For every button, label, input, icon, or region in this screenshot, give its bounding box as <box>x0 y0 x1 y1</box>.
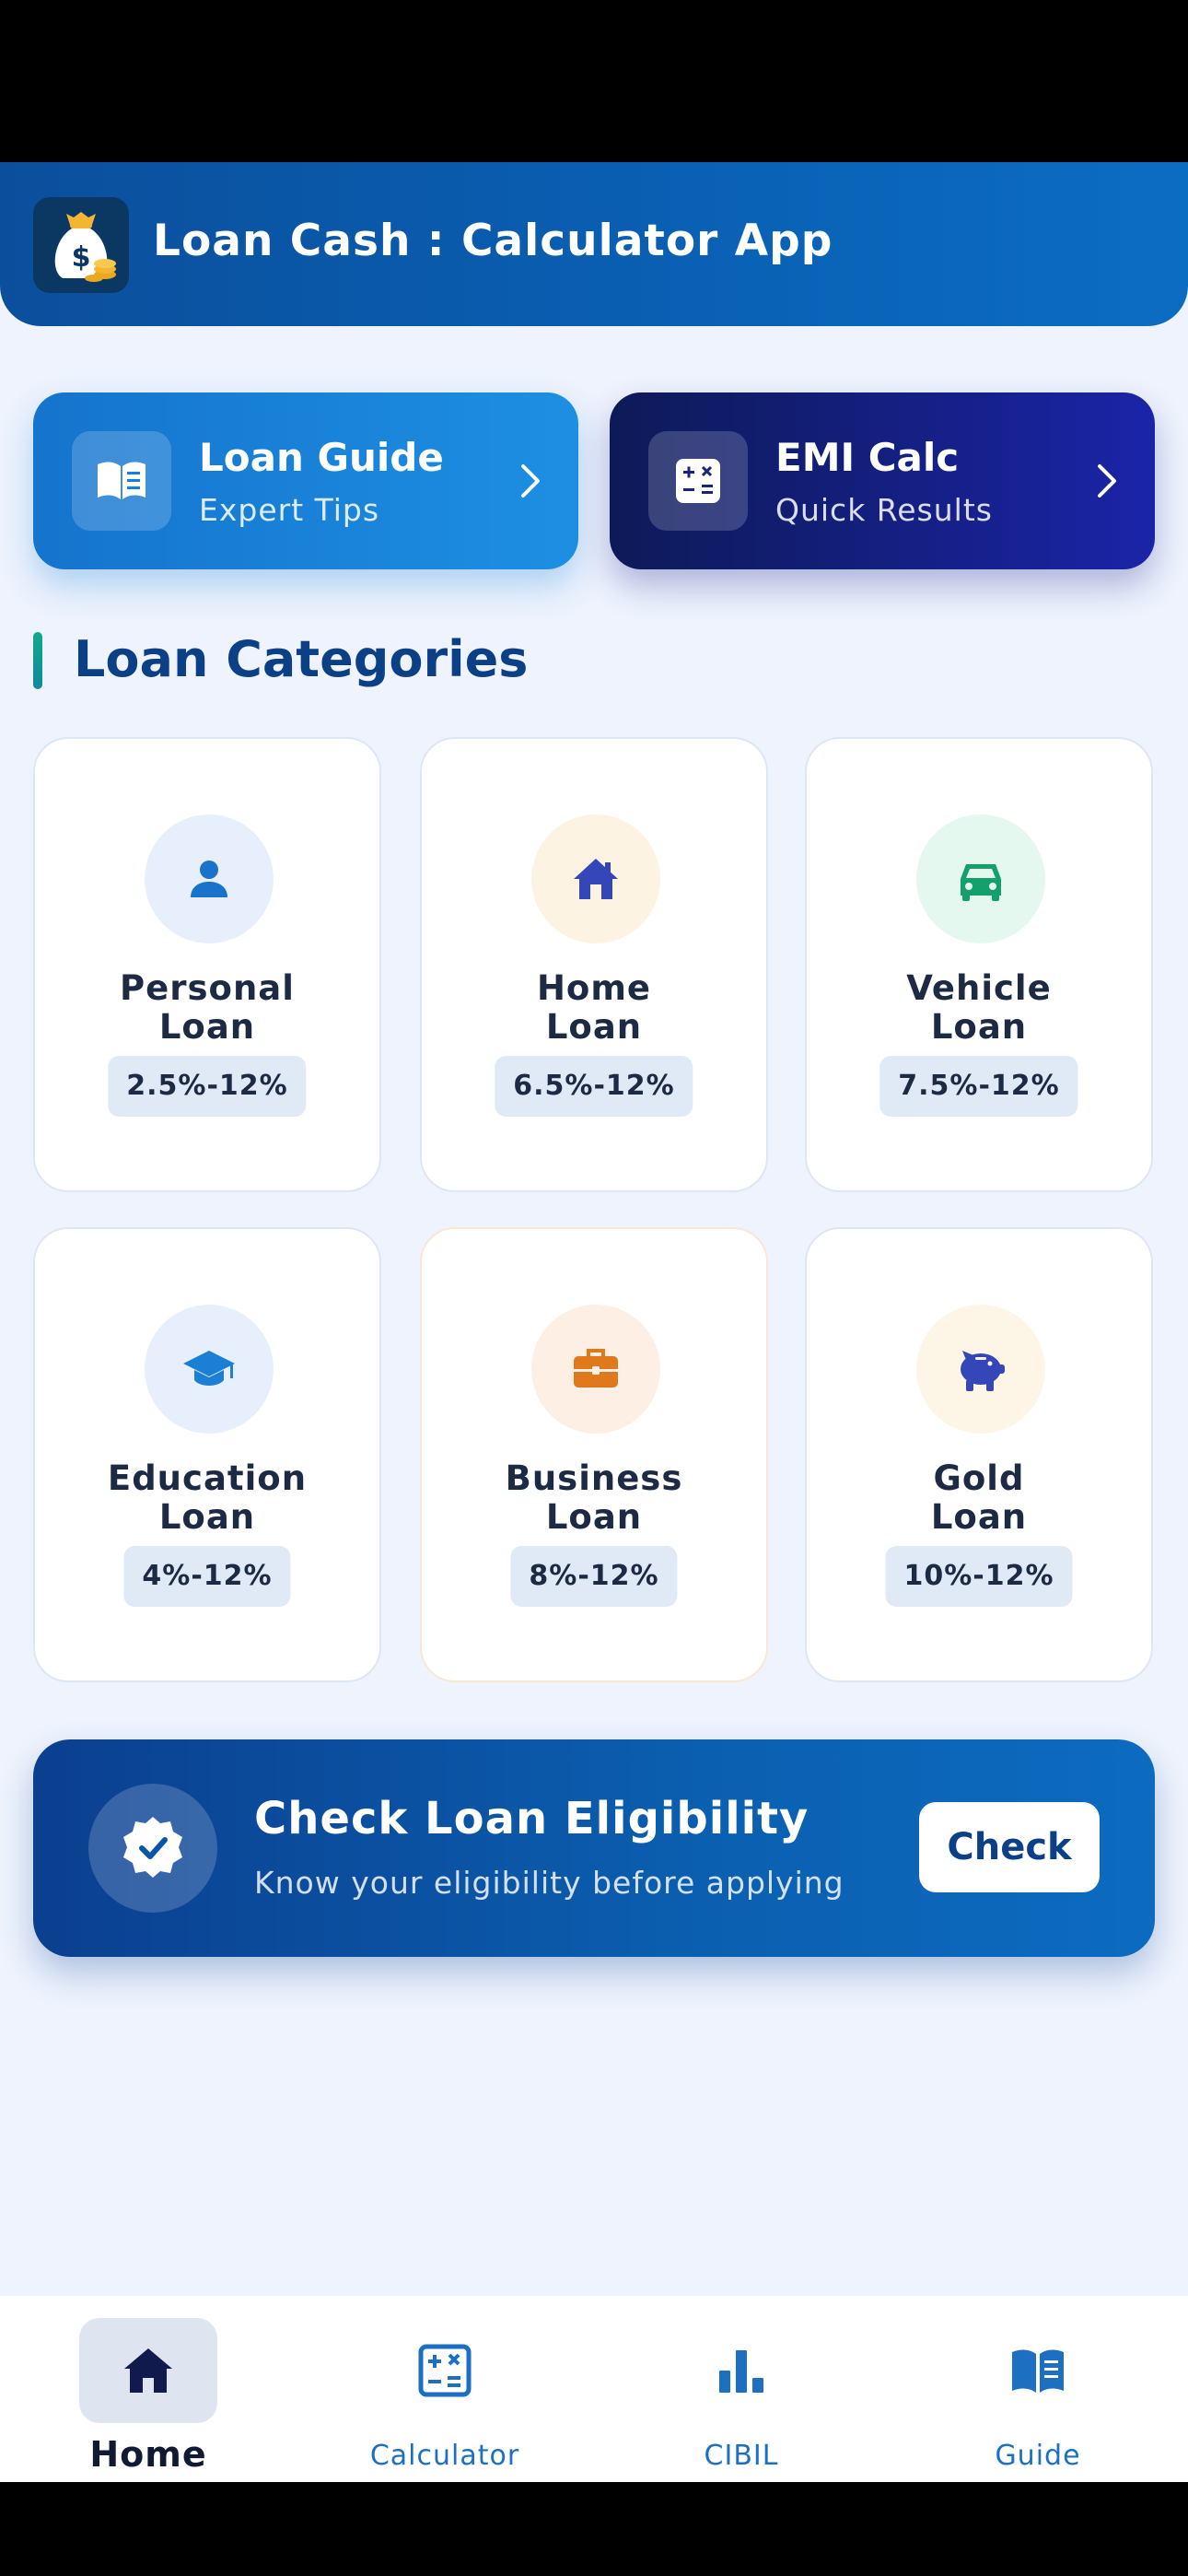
category-name: Gold <box>933 1458 1025 1498</box>
house-icon <box>531 814 660 943</box>
bar-chart-icon <box>672 2318 810 2423</box>
nav-label: CIBIL <box>704 2440 779 2472</box>
emi-calc-card[interactable]: EMI Calc Quick Results <box>610 392 1155 569</box>
briefcase-icon <box>531 1305 660 1434</box>
interest-rate-badge: 7.5%-12% <box>879 1056 1078 1117</box>
nav-label: Home <box>89 2434 207 2475</box>
interest-rate-badge: 8%-12% <box>510 1546 678 1607</box>
category-card-home[interactable]: Home Loan 6.5%-12% <box>420 737 768 1192</box>
interest-rate-badge: 2.5%-12% <box>108 1056 307 1117</box>
category-card-education[interactable]: Education Loan 4%-12% <box>33 1227 381 1682</box>
interest-rate-badge: 6.5%-12% <box>495 1056 693 1117</box>
book-icon <box>969 2318 1107 2423</box>
chevron-right-icon <box>1096 463 1118 503</box>
book-icon <box>72 431 171 531</box>
category-card-business[interactable]: Business Loan 8%-12% <box>420 1227 768 1682</box>
category-name: Personal <box>120 968 295 1008</box>
home-icon <box>79 2318 217 2423</box>
graduation-cap-icon <box>145 1305 274 1434</box>
piggy-bank-icon <box>916 1305 1045 1434</box>
interest-rate-badge: 4%-12% <box>123 1546 291 1607</box>
nav-tab-guide[interactable]: Guide <box>890 2296 1186 2482</box>
category-card-gold[interactable]: Gold Loan 10%-12% <box>805 1227 1153 1682</box>
emi-calc-title: EMI Calc <box>775 435 960 480</box>
loan-guide-card[interactable]: Loan Guide Expert Tips <box>33 392 578 569</box>
verified-badge-icon <box>88 1784 217 1913</box>
chevron-right-icon <box>519 463 542 503</box>
category-name-suffix: Loan <box>545 1007 643 1047</box>
svg-text:$: $ <box>72 241 91 274</box>
bottom-navigation: Home Calculator CIBIL Guide <box>0 2296 1188 2482</box>
section-accent-bar <box>33 632 42 689</box>
money-bag-icon: $ <box>33 197 129 293</box>
person-icon <box>145 814 274 943</box>
category-name-suffix: Loan <box>545 1497 643 1537</box>
category-card-personal[interactable]: Personal Loan 2.5%-12% <box>33 737 381 1192</box>
calculator-icon <box>648 431 748 531</box>
eligibility-banner: Check Loan Eligibility Know your eligibi… <box>33 1739 1155 1957</box>
app-header: $ Loan Cash : Calculator App <box>0 162 1188 326</box>
nav-tab-calculator[interactable]: Calculator <box>297 2296 593 2482</box>
emi-calc-subtitle: Quick Results <box>775 492 993 528</box>
section-title: Loan Categories <box>74 630 529 688</box>
category-name: Education <box>107 1458 308 1498</box>
category-name: Vehicle <box>906 968 1052 1008</box>
category-name-suffix: Loan <box>158 1497 256 1537</box>
app-screen: $ Loan Cash : Calculator App Loan Guide … <box>0 162 1188 2482</box>
check-eligibility-button[interactable]: Check <box>919 1802 1100 1892</box>
loan-guide-subtitle: Expert Tips <box>199 492 380 528</box>
category-card-vehicle[interactable]: Vehicle Loan 7.5%-12% <box>805 737 1153 1192</box>
interest-rate-badge: 10%-12% <box>885 1546 1073 1607</box>
app-title: Loan Cash : Calculator App <box>153 216 833 266</box>
calculator-icon <box>376 2318 514 2423</box>
car-icon <box>916 814 1045 943</box>
category-name-suffix: Loan <box>930 1497 1028 1537</box>
nav-tab-home[interactable]: Home <box>0 2296 297 2482</box>
category-name-suffix: Loan <box>930 1007 1028 1047</box>
nav-label: Guide <box>995 2440 1081 2472</box>
nav-label: Calculator <box>369 2440 520 2472</box>
category-name: Business <box>505 1458 683 1498</box>
category-name: Home <box>536 968 652 1008</box>
loan-guide-title: Loan Guide <box>199 435 444 480</box>
eligibility-title: Check Loan Eligibility <box>254 1793 809 1844</box>
nav-tab-cibil[interactable]: CIBIL <box>593 2296 890 2482</box>
eligibility-subtitle: Know your eligibility before applying <box>254 1865 844 1901</box>
category-name-suffix: Loan <box>158 1007 256 1047</box>
